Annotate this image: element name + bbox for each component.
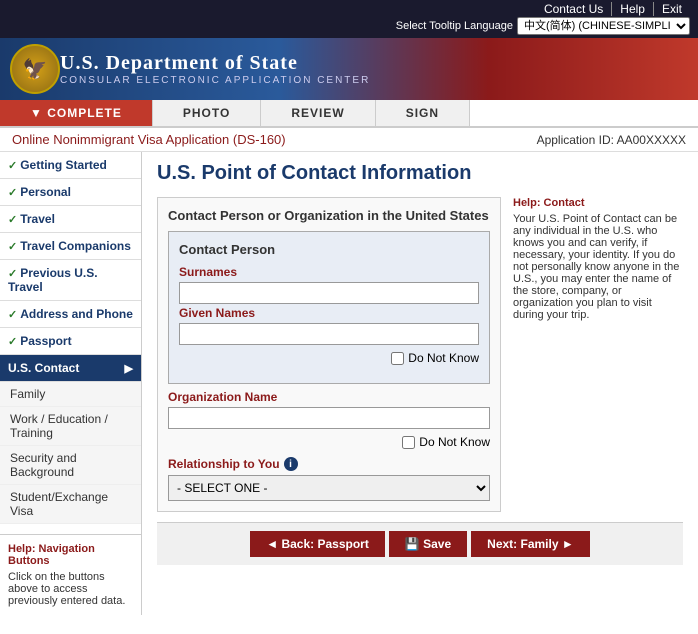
main-content: U.S. Point of Contact Information Contac… [142, 152, 698, 615]
help-box: Help: Contact Your U.S. Point of Contact… [513, 197, 683, 512]
sidebar-item-travel-companions[interactable]: ✓Travel Companions [0, 233, 141, 260]
site-header: 🦅 U.S. Department of State Consular Elec… [0, 38, 698, 100]
site-title: U.S. Department of State [60, 52, 370, 75]
nav-tabs: ▼ COMPLETE PHOTO REVIEW SIGN [0, 100, 698, 128]
contact-person-box: Contact Person Surnames Given Names Do N… [168, 231, 490, 384]
header-text: U.S. Department of State Consular Electr… [60, 52, 370, 86]
contact-us-link[interactable]: Contact Us [536, 2, 612, 16]
app-id-value: AA00XXXXX [617, 133, 686, 147]
do-not-know-checkbox-1[interactable] [391, 352, 404, 365]
sidebar-sub-family[interactable]: Family [0, 382, 141, 407]
content-row: Contact Person or Organization in the Un… [157, 197, 683, 512]
relationship-label: Relationship to You i [168, 457, 490, 471]
org-section: Organization Name Do Not Know [168, 390, 490, 449]
sidebar-sub-work-education[interactable]: Work / Education / Training [0, 407, 141, 446]
sidebar: ✓Getting Started ✓Personal ✓Travel ✓Trav… [0, 152, 142, 615]
given-names-label: Given Names [179, 306, 479, 320]
next-button[interactable]: Next: Family ► [471, 531, 590, 557]
form-name: Online Nonimmigrant Visa Application (DS… [12, 132, 286, 147]
do-not-know-label-1: Do Not Know [408, 351, 479, 365]
seal-logo: 🦅 [10, 44, 60, 94]
do-not-know-checkbox-2[interactable] [402, 436, 415, 449]
help-box-title: Help: Contact [513, 197, 585, 209]
us-contact-arrow-icon: ▶ [125, 362, 133, 375]
do-not-know-label-2: Do Not Know [419, 435, 490, 449]
surnames-input[interactable] [179, 282, 479, 304]
contact-person-label: Contact Person [179, 242, 479, 257]
app-id-label: Application ID: [537, 133, 614, 147]
relationship-select[interactable]: - SELECT ONE - Spouse Child Parent Sibli… [168, 475, 490, 501]
tab-photo[interactable]: PHOTO [153, 100, 261, 126]
sidebar-item-getting-started[interactable]: ✓Getting Started [0, 152, 141, 179]
help-link[interactable]: Help [612, 2, 654, 16]
sidebar-item-previous-us-travel[interactable]: ✓Previous U.S. Travel [0, 260, 141, 301]
sidebar-sub-student-visa[interactable]: Student/Exchange Visa [0, 485, 141, 524]
save-button[interactable]: 💾 Save [389, 531, 467, 557]
sidebar-item-address-phone[interactable]: ✓Address and Phone [0, 301, 141, 328]
do-not-know-row-1: Do Not Know [179, 351, 479, 365]
tab-sign[interactable]: SIGN [376, 100, 470, 126]
sidebar-item-passport[interactable]: ✓Passport [0, 328, 141, 355]
org-name-label: Organization Name [168, 390, 490, 404]
top-links: Contact Us Help Exit [536, 2, 690, 16]
sidebar-help-title: Help: Navigation Buttons [8, 543, 133, 567]
app-id: Application ID: AA00XXXXX [537, 133, 686, 147]
tab-review[interactable]: REVIEW [261, 100, 375, 126]
exit-link[interactable]: Exit [654, 2, 690, 16]
surnames-label: Surnames [179, 265, 479, 279]
sidebar-item-travel[interactable]: ✓Travel [0, 206, 141, 233]
bottom-nav: ◄ Back: Passport 💾 Save Next: Family ► [157, 522, 683, 565]
top-right-section: Contact Us Help Exit Select Tooltip Lang… [396, 2, 690, 36]
sidebar-help-text: Click on the buttons above to access pre… [8, 571, 133, 607]
sidebar-item-personal[interactable]: ✓Personal [0, 179, 141, 206]
page-title: U.S. Point of Contact Information [157, 162, 683, 185]
top-bar: Contact Us Help Exit Select Tooltip Lang… [0, 0, 698, 38]
relationship-section: Relationship to You i - SELECT ONE - Spo… [168, 457, 490, 501]
form-section-title: Contact Person or Organization in the Un… [168, 208, 490, 223]
tooltip-language-section: Select Tooltip Language 中文(简体) (CHINESE-… [396, 16, 690, 36]
tab-complete[interactable]: ▼ COMPLETE [0, 100, 153, 126]
tooltip-lang-label: Select Tooltip Language [396, 20, 513, 32]
language-select[interactable]: 中文(简体) (CHINESE-SIMPLI [517, 17, 690, 35]
sidebar-sub-security[interactable]: Security and Background [0, 446, 141, 485]
back-button[interactable]: ◄ Back: Passport [250, 531, 385, 557]
sidebar-item-us-contact[interactable]: U.S. Contact ▶ [0, 355, 141, 382]
sidebar-help: Help: Navigation Buttons Click on the bu… [0, 534, 141, 615]
form-section: Contact Person or Organization in the Un… [157, 197, 501, 512]
given-names-input[interactable] [179, 323, 479, 345]
do-not-know-row-2: Do Not Know [168, 435, 490, 449]
help-box-text: Your U.S. Point of Contact can be any in… [513, 213, 683, 321]
org-name-input[interactable] [168, 407, 490, 429]
main-layout: ✓Getting Started ✓Personal ✓Travel ✓Trav… [0, 152, 698, 615]
app-bar: Online Nonimmigrant Visa Application (DS… [0, 128, 698, 152]
site-subtitle: Consular Electronic Application Center [60, 75, 370, 86]
info-icon[interactable]: i [284, 457, 298, 471]
